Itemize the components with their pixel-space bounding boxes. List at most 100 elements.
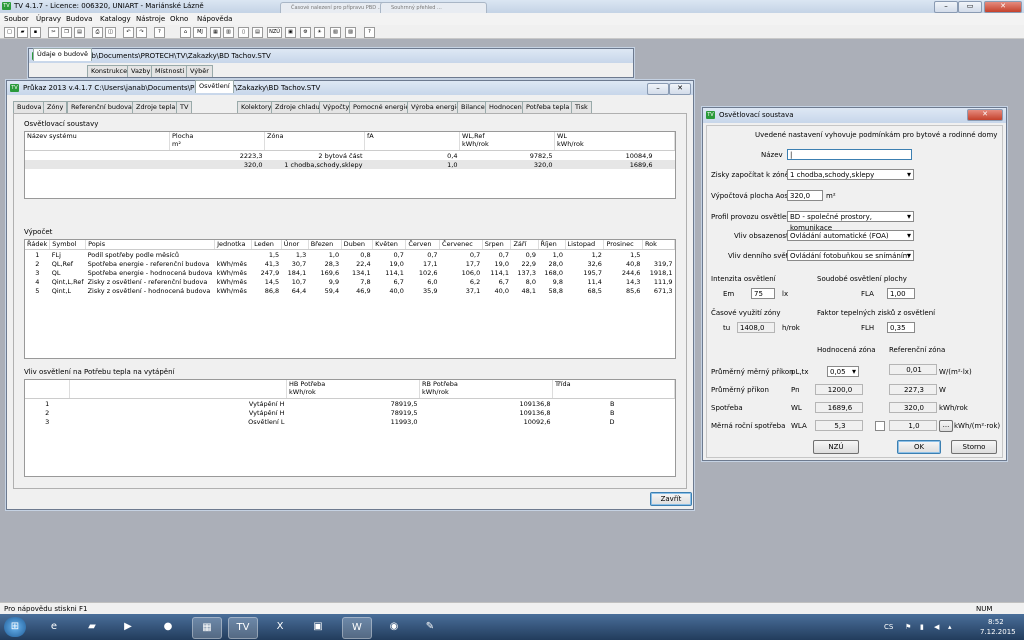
browser-tab-2[interactable]: Souhrnný přehled ... <box>380 2 487 13</box>
occupancy-select[interactable]: Ovládání automatické (FOA) <box>787 230 914 241</box>
menu-nastroje[interactable]: Nástroje <box>136 15 165 23</box>
report-icon[interactable]: ▣ <box>285 27 296 38</box>
zavrit-button[interactable]: Zavřít <box>650 492 692 506</box>
tab-konstrukce[interactable]: Konstrukce <box>87 65 132 77</box>
table-icon[interactable]: ▥ <box>223 27 234 38</box>
menu-katalogy[interactable]: Katalogy <box>100 15 131 23</box>
tab-zony[interactable]: Zóny <box>43 101 68 113</box>
chrome-icon[interactable]: ◉ <box>380 617 408 637</box>
table-row[interactable]: 1 FLj Podíl spotřeby podle měsíců 1,5 1,3 1,0… <box>25 250 675 260</box>
table-row[interactable]: 5 Qint,L Zisky z osvětlení - hodnocená bud… <box>25 286 675 295</box>
name-input[interactable]: | <box>787 149 912 160</box>
document-icon[interactable]: ▯ <box>238 27 249 38</box>
explorer-icon[interactable]: ▰ <box>78 617 106 637</box>
tab-mistnosti[interactable]: Místnosti <box>151 65 189 77</box>
outlook-icon[interactable]: ▣ <box>304 617 332 637</box>
media-player-icon[interactable]: ▶ <box>114 617 142 637</box>
tab-vyber[interactable]: Výběr <box>186 65 213 77</box>
table-row[interactable]: 3 QL Spotřeba energie - hodnocená budova kW… <box>25 268 675 277</box>
r1-hz-select[interactable]: 0,05 <box>827 366 859 377</box>
sun-icon[interactable]: ☀ <box>314 27 325 38</box>
new-file-icon[interactable]: □ <box>4 27 15 38</box>
menu-napoveda[interactable]: Nápověda <box>197 15 232 23</box>
table-row[interactable]: 1 Vytápění H 78919,5 109136,8 B <box>25 399 675 409</box>
home-icon[interactable]: ⌂ <box>180 27 191 38</box>
minimize-button[interactable]: – <box>934 1 958 13</box>
menu-soubor[interactable]: Soubor <box>4 15 29 23</box>
table-row[interactable]: 3 Osvětlení L 11993,0 10092,6 D <box>25 417 675 426</box>
tab-bilance[interactable]: Bilance <box>457 101 489 113</box>
ok-button[interactable]: OK <box>897 440 941 454</box>
image-icon[interactable]: ▧ <box>330 27 341 38</box>
tab-referencni-budova[interactable]: Referenční budova <box>67 101 136 113</box>
close-button[interactable]: ✕ <box>984 1 1022 13</box>
redo-icon[interactable]: ↷ <box>136 27 147 38</box>
tab-osvetleni[interactable]: Osvětlení <box>195 80 234 93</box>
tab-tv[interactable]: TV <box>176 101 193 113</box>
ie-icon[interactable]: e <box>40 617 68 637</box>
heat-table[interactable]: HB Potřeba kWh/rok RB Potřeba kWh/rok Tříd… <box>24 379 676 477</box>
firefox-icon[interactable]: ● <box>154 617 182 637</box>
calc-table[interactable]: Řádek Symbol Popis Jednotka Leden Únor B… <box>24 239 676 359</box>
app-icon-1[interactable]: ▦ <box>192 617 222 639</box>
undo-icon[interactable]: ↶ <box>123 27 134 38</box>
daylight-select[interactable]: Ovládání fotobuňkou se snímáním (FDF <box>787 250 914 261</box>
tab-udaje-o-budove[interactable]: Údaje o budově <box>33 48 92 61</box>
flh-input[interactable]: 0,35 <box>887 322 915 333</box>
browser-tab-1[interactable]: Časové nalezení pro přípravu PBD ... <box>280 2 387 13</box>
table-row[interactable]: 2 Vytápění H 78919,5 109136,8 B <box>25 408 675 417</box>
table-row[interactable]: 2 QL,Ref Spotřeba energie - referenční bud… <box>25 259 675 268</box>
paste-icon[interactable]: ▤ <box>74 27 85 38</box>
prukaz-minimize-button[interactable]: – <box>647 83 669 95</box>
tray-volume-icon[interactable]: ◀ <box>934 623 939 631</box>
menu-budova[interactable]: Budova <box>66 15 92 23</box>
tab-pomocne-energie[interactable]: Pomocné energie <box>349 101 414 113</box>
settings-icon[interactable]: ⚙ <box>300 27 311 38</box>
paint-icon[interactable]: ✎ <box>416 617 444 637</box>
tray-flag-icon[interactable]: ⚑ <box>905 623 911 631</box>
excel-icon[interactable]: X <box>266 617 294 637</box>
fla-input[interactable]: 1,00 <box>887 288 915 299</box>
tab-zdroje-chladu[interactable]: Zdroje chladu <box>271 101 324 113</box>
tray-language[interactable]: CS <box>884 623 893 631</box>
dialog-close-button[interactable]: ✕ <box>967 109 1003 121</box>
table-row[interactable]: 2223,3 2 bytová část 0,4 9782,5 10084,9 <box>25 151 675 161</box>
area-input[interactable]: 320,0 <box>787 190 823 201</box>
tab-budova[interactable]: Budova <box>13 101 46 113</box>
save-icon[interactable]: ▪ <box>30 27 41 38</box>
tab-vyroba-energie[interactable]: Výroba energie <box>407 101 465 113</box>
r4-checkbox[interactable] <box>875 421 885 431</box>
preview-icon[interactable]: ◫ <box>105 27 116 38</box>
tray-network-icon[interactable]: ▮ <box>920 623 924 631</box>
em-input[interactable]: 75 <box>751 288 775 299</box>
mj-button[interactable]: MJ <box>193 27 207 38</box>
grid-icon[interactable]: ▦ <box>210 27 221 38</box>
tab-potreba-tepla[interactable]: Potřeba tepla <box>522 101 574 113</box>
storno-button[interactable]: Storno <box>951 440 997 454</box>
tv-app-icon[interactable]: TV <box>228 617 258 639</box>
word-icon[interactable]: W <box>342 617 372 639</box>
menu-upravy[interactable]: Úpravy <box>36 15 61 23</box>
tray-arrow-icon[interactable]: ▴ <box>948 623 952 631</box>
tab-kolektory[interactable]: Kolektory <box>237 101 276 113</box>
tab-tisk[interactable]: Tisk <box>571 101 592 113</box>
tray-date[interactable]: 7.12.2015 <box>980 628 1016 636</box>
cut-icon[interactable]: ✂ <box>48 27 59 38</box>
table-row[interactable]: 320,0 1 chodba,schody,sklepy 1,0 320,0 1… <box>25 160 675 169</box>
tab-zdroje-tepla[interactable]: Zdroje tepla <box>132 101 180 113</box>
r4-browse-button[interactable]: ... <box>939 420 953 432</box>
start-button[interactable]: ⊞ <box>4 617 26 637</box>
maximize-button[interactable]: ▭ <box>958 1 982 13</box>
prukaz-close-button[interactable]: ✕ <box>669 83 691 95</box>
table-row[interactable]: 4 Qint,L,Ref Zisky z osvětlení - referenčn… <box>25 277 675 286</box>
copy-icon[interactable]: ❐ <box>61 27 72 38</box>
chart-icon[interactable]: ▨ <box>345 27 356 38</box>
print-icon[interactable]: ⎙ <box>92 27 103 38</box>
tray-time[interactable]: 8:52 <box>988 618 1004 626</box>
help-icon[interactable]: ? <box>154 27 165 38</box>
menu-okno[interactable]: Okno <box>170 15 188 23</box>
open-folder-icon[interactable]: ▰ <box>17 27 28 38</box>
question-icon[interactable]: ? <box>364 27 375 38</box>
gains-zone-select[interactable]: 1 chodba,schody,sklepy <box>787 169 914 180</box>
nzu-toolbar-button[interactable]: NZÚ <box>267 27 282 38</box>
